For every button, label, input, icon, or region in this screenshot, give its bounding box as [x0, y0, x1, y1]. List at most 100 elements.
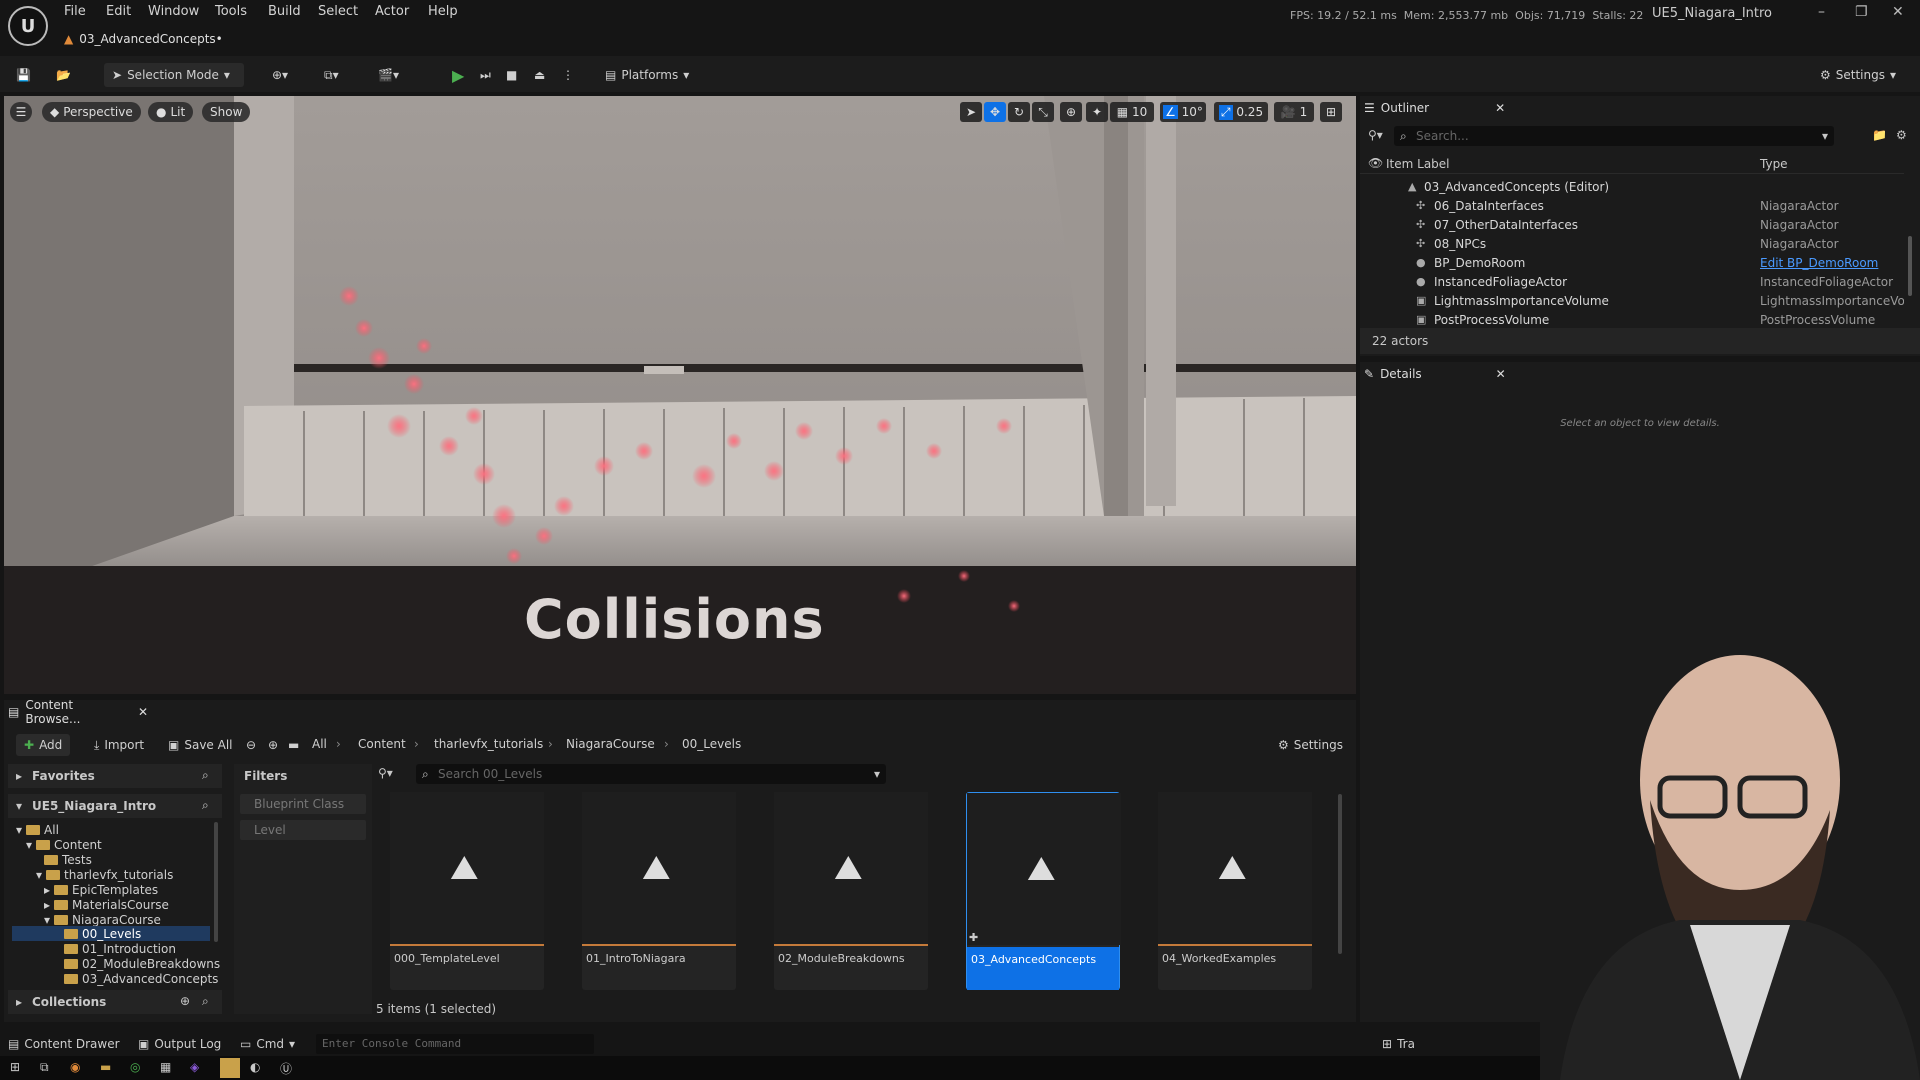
windows-start-icon[interactable]: ⊞	[10, 1060, 20, 1074]
output-log-button[interactable]: ▣ Output Log	[138, 1034, 221, 1054]
breadcrumb-tharlevfx[interactable]: tharlevfx_tutorials	[434, 737, 543, 751]
details-tab[interactable]: ✎ Details ✕	[1364, 362, 1506, 386]
minimize-icon[interactable]: –	[1818, 4, 1825, 20]
unreal-taskbar-icon[interactable]: Ⓤ	[280, 1060, 292, 1077]
world-space-icon[interactable]: ⊕	[1060, 102, 1082, 122]
grid-snap-button[interactable]: ▦ 10	[1110, 102, 1154, 122]
close-icon[interactable]: ✕	[138, 705, 148, 719]
menu-help[interactable]: Help	[428, 4, 458, 19]
close-icon[interactable]: ✕	[1496, 367, 1506, 381]
filter-level[interactable]: Level	[240, 820, 366, 840]
obs-icon[interactable]: ◐	[250, 1060, 260, 1074]
select-tool-icon[interactable]: ➤	[960, 102, 982, 122]
content-drawer-button[interactable]: ▤ Content Drawer	[8, 1034, 120, 1054]
app-icon[interactable]	[220, 1058, 240, 1078]
menu-edit[interactable]: Edit	[106, 4, 131, 19]
favorites-header[interactable]: ▸ Favorites ⌕	[8, 764, 222, 788]
show-button[interactable]: Show	[202, 102, 251, 122]
breadcrumb-content[interactable]: Content	[358, 737, 406, 751]
level-tab[interactable]: ▲ 03_AdvancedConcepts•	[64, 28, 223, 50]
tree-item-01-introduction[interactable]: 01_Introduction	[64, 941, 176, 956]
folder-icon[interactable]: ▬	[288, 734, 299, 756]
menu-window[interactable]: Window	[148, 4, 199, 19]
table-row[interactable]: ● InstancedFoliageActor InstancedFoliageAc…	[1360, 273, 1904, 292]
asset-scrollbar[interactable]	[1338, 794, 1342, 954]
menu-select[interactable]: Select	[318, 4, 358, 19]
close-window-icon[interactable]: ✕	[1892, 4, 1904, 20]
restore-icon[interactable]: ❐	[1855, 4, 1868, 20]
back-icon[interactable]: ⊖	[246, 734, 256, 756]
table-row[interactable]: ✣ 07_OtherDataInterfaces NiagaraActor	[1360, 216, 1904, 235]
tree-item-niagaracourse[interactable]: ▾ NiagaraCourse	[44, 912, 161, 927]
tree-item-all[interactable]: ▾ All	[16, 822, 59, 837]
firefox-icon[interactable]: ◉	[70, 1060, 80, 1074]
stop-icon[interactable]: ■	[506, 63, 517, 87]
edit-blueprint-link[interactable]: Edit BP_DemoRoom	[1760, 256, 1904, 270]
filter-blueprint-class[interactable]: Blueprint Class	[240, 794, 366, 814]
save-icon[interactable]: 💾	[16, 63, 31, 87]
viewport-menu-icon[interactable]: ☰	[10, 102, 32, 122]
collections-header[interactable]: ▸ Collections ⊕ ⌕	[8, 990, 222, 1014]
asset-tile[interactable]: ⛰ 01_IntroToNiagara	[582, 792, 736, 990]
app-icon[interactable]: ◈	[190, 1060, 199, 1074]
console-input[interactable]: Enter Console Command	[316, 1034, 594, 1054]
add-folder-icon[interactable]: 📁	[1872, 128, 1887, 142]
tree-item-materialscourse[interactable]: ▸ MaterialsCourse	[44, 897, 169, 912]
table-row[interactable]: ✣ 08_NPCs NiagaraActor	[1360, 235, 1904, 254]
scale-tool-icon[interactable]: ⤡	[1032, 102, 1054, 122]
rotate-tool-icon[interactable]: ↻	[1008, 102, 1030, 122]
tree-item-00-levels[interactable]: 00_Levels	[12, 926, 210, 941]
settings-dropdown[interactable]: ⚙ Settings ▾	[1820, 63, 1896, 87]
surface-snap-icon[interactable]: ✦	[1086, 102, 1108, 122]
gear-icon[interactable]: ⚙	[1896, 128, 1907, 142]
outliner-search-input[interactable]: ⌕ Search... ▾	[1394, 126, 1834, 146]
menu-file[interactable]: File	[64, 4, 86, 19]
table-row[interactable]: ● BP_DemoRoom Edit BP_DemoRoom	[1360, 254, 1904, 273]
breadcrumb-all[interactable]: All	[312, 737, 327, 751]
file-explorer-icon[interactable]: ▬	[100, 1060, 111, 1074]
table-row[interactable]: ✣ 06_DataInterfaces NiagaraActor	[1360, 197, 1904, 216]
tree-item-tests[interactable]: Tests	[44, 852, 92, 867]
platforms-dropdown[interactable]: ▤ Platforms ▾	[605, 63, 689, 87]
col-item-label[interactable]: Item Label	[1386, 157, 1450, 171]
asset-tile[interactable]: ⛰ 000_TemplateLevel	[390, 792, 544, 990]
eye-icon[interactable]: 👁	[1368, 156, 1383, 170]
forward-icon[interactable]: ⊕	[268, 734, 278, 756]
asset-tile-selected[interactable]: ⛰ ✚ 03_AdvancedConcepts	[966, 792, 1121, 990]
breadcrumb-niagaracourse[interactable]: NiagaraCourse	[566, 737, 655, 751]
more-options-icon[interactable]: ⋮	[562, 63, 574, 87]
lit-button[interactable]: ● Lit	[148, 102, 194, 122]
cb-settings-button[interactable]: ⚙ Settings	[1278, 734, 1343, 756]
tree-item-content[interactable]: ▾ Content	[26, 837, 102, 852]
tree-item-02-modulebreakdowns[interactable]: 02_ModuleBreakdowns	[64, 956, 220, 971]
level-viewport[interactable]: ☰ ◆ Perspective ● Lit Show ➤ ✥ ↻ ⤡ ⊕ ✦ ▦ 1…	[4, 96, 1356, 694]
add-button[interactable]: ✚ Add	[16, 734, 71, 756]
cinematics-icon[interactable]: 🎬▾	[378, 63, 399, 87]
menu-build[interactable]: Build	[268, 4, 301, 19]
outliner-tab[interactable]: ☰ Outliner ✕	[1364, 96, 1505, 120]
tree-item-epictemplates[interactable]: ▸ EpicTemplates	[44, 882, 158, 897]
asset-search-input[interactable]: ⌕ Search 00_Levels ▾	[416, 764, 886, 784]
selection-mode-dropdown[interactable]: ➤ Selection Mode ▾	[104, 63, 244, 87]
chrome-icon[interactable]: ◎	[130, 1060, 140, 1074]
browse-icon[interactable]: 📂	[56, 63, 71, 87]
perspective-button[interactable]: ◆ Perspective	[42, 102, 141, 122]
add-collection-icon[interactable]: ⊕	[180, 994, 190, 1008]
rotation-snap-button[interactable]: ∠ 10°	[1160, 102, 1206, 122]
play-icon[interactable]: ▶	[452, 63, 464, 87]
import-button[interactable]: ⤓ Import	[94, 734, 144, 756]
add-actor-icon[interactable]: ⊕▾	[272, 63, 288, 87]
task-view-icon[interactable]: ⧉	[40, 1060, 49, 1075]
tree-scrollbar[interactable]	[214, 822, 218, 942]
search-icon[interactable]: ⌕	[202, 994, 209, 1009]
trace-button[interactable]: ⊞ Tra	[1382, 1034, 1415, 1054]
camera-speed-button[interactable]: 🎥 1	[1274, 102, 1314, 122]
outliner-root-row[interactable]: ▲ 03_AdvancedConcepts (Editor)	[1360, 178, 1904, 197]
app-grid-icon[interactable]: ▦	[160, 1060, 171, 1074]
outliner-scrollbar[interactable]	[1908, 236, 1912, 296]
filter-icon[interactable]: ⚲▾	[1368, 128, 1388, 146]
project-header[interactable]: ▾ UE5_Niagara_Intro ⌕	[8, 794, 222, 818]
unreal-logo-icon[interactable]: U	[8, 6, 48, 46]
blueprint-icon[interactable]: ⧉▾	[324, 63, 339, 87]
table-row[interactable]: ▣ LightmassImportanceVolume LightmassImpor…	[1360, 292, 1904, 311]
